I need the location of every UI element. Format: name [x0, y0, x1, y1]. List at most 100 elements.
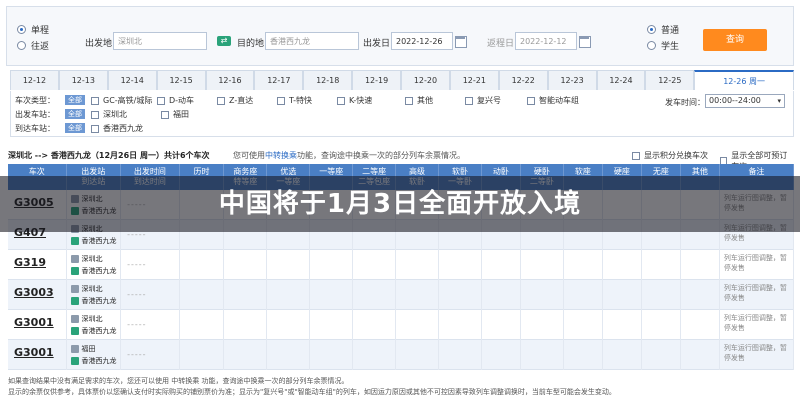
table-cell — [564, 340, 603, 370]
swap-icon[interactable]: ⇄ — [217, 36, 231, 46]
table-cell — [353, 280, 397, 310]
filter-t[interactable]: T-特快 — [277, 95, 312, 106]
table-cell — [642, 250, 681, 280]
table-cell — [267, 250, 311, 280]
checkbox[interactable] — [632, 151, 640, 160]
opt-points[interactable]: 显示积分兑换车次 — [632, 150, 708, 161]
from-label: 出发地 — [85, 39, 113, 49]
transfer-hint: 您可使用中转换乘功能，查询途中换乘一次的部分列车余票情况。 — [233, 150, 465, 161]
date-tab[interactable]: 12-22 — [498, 70, 548, 90]
table-cell — [439, 340, 482, 370]
filter-from-shenzhenbei[interactable]: 深圳北 — [91, 109, 127, 120]
summary-bar: 深圳北 --> 香港西九龙（12月26日 周一）共计6个车次 您可使用中转换乘功… — [8, 148, 794, 171]
query-button[interactable]: 查询 — [703, 29, 767, 51]
checkbox[interactable] — [161, 110, 169, 119]
train-number-link[interactable]: G3001 — [14, 316, 54, 329]
date-tab[interactable]: 12-19 — [352, 70, 401, 90]
train-number-link[interactable]: G319 — [14, 256, 46, 269]
checkbox[interactable] — [157, 96, 165, 105]
from-input[interactable]: 深圳北 — [113, 32, 207, 50]
to-station: 香港西九龙 — [70, 326, 117, 336]
table-cell: 列车运行图调整，暂停发售 — [720, 340, 794, 370]
date-tab[interactable]: 12-13 — [58, 70, 108, 90]
date-tab[interactable]: 12-17 — [254, 70, 304, 90]
to-station: 香港西九龙 — [70, 266, 117, 276]
trip-type-roundtrip[interactable]: 往返 — [17, 37, 49, 53]
filter-smart[interactable]: 智能动车组 — [527, 95, 579, 106]
radio-oneway[interactable] — [17, 24, 26, 34]
depart-time-value: 00:00--24:00 — [709, 96, 761, 105]
table-cell — [180, 280, 225, 310]
trip-type-oneway[interactable]: 单程 — [17, 21, 49, 37]
return-calendar-icon[interactable] — [577, 32, 591, 50]
train-type-all-tag[interactable]: 全部 — [65, 95, 85, 105]
remark-text: 列车运行图调整，暂停发售 — [723, 254, 787, 272]
table-cell — [224, 250, 268, 280]
date-tab[interactable]: 12-12 — [10, 70, 59, 90]
table-row[interactable]: G319 深圳北 香港西九龙 ----- 列车运行图调整，暂停发售 — [8, 250, 794, 280]
date-tab[interactable]: 12-14 — [107, 70, 157, 90]
filter-z[interactable]: Z-直达 — [217, 95, 253, 106]
table-cell — [482, 280, 521, 310]
date-tab[interactable]: 12-20 — [401, 70, 450, 90]
train-number-link[interactable]: G3001 — [14, 346, 54, 359]
depart-time-select[interactable]: 00:00--24:00 ▾ — [705, 94, 785, 108]
checkbox[interactable] — [217, 96, 225, 105]
date-tab-active[interactable]: 12-26 周一 — [694, 70, 794, 90]
to-station: 香港西九龙 — [70, 356, 117, 366]
depart-calendar-icon[interactable] — [453, 32, 467, 50]
table-cell — [564, 280, 603, 310]
from-station-all-tag[interactable]: 全部 — [65, 109, 85, 119]
to-station-label: 到达车站： — [15, 124, 55, 133]
filter-d[interactable]: D-动车 — [157, 95, 194, 106]
filter-fuxing[interactable]: 复兴号 — [465, 95, 501, 106]
date-tab[interactable]: 12-24 — [596, 70, 646, 90]
radio-student[interactable] — [647, 40, 656, 50]
filter-gc[interactable]: GC-高铁/城际 — [91, 95, 152, 106]
filter-other[interactable]: 其他 — [405, 95, 433, 106]
train-type-label: 车次类型： — [15, 96, 55, 105]
table-cell — [564, 310, 603, 340]
train-number-link[interactable]: G3003 — [14, 286, 54, 299]
checkbox[interactable] — [91, 110, 99, 119]
table-cell: G3003 — [8, 280, 67, 310]
table-cell — [642, 340, 681, 370]
passenger-student-label: 学生 — [661, 41, 680, 52]
date-tab[interactable]: 12-21 — [449, 70, 499, 90]
table-cell: 列车运行图调整，暂停发售 — [720, 280, 794, 310]
start-station-icon — [70, 315, 79, 323]
depart-date-input[interactable]: 2022-12-26 — [391, 32, 453, 50]
checkbox[interactable] — [277, 96, 285, 105]
date-tab[interactable]: 12-18 — [303, 70, 353, 90]
date-tab[interactable]: 12-16 — [205, 70, 255, 90]
checkbox[interactable] — [91, 124, 99, 133]
return-date-input[interactable]: 2022-12-12 — [515, 32, 577, 50]
table-cell — [353, 250, 397, 280]
table-cell — [439, 310, 482, 340]
filter-to-futian[interactable]: 福田 — [161, 109, 189, 120]
transfer-link[interactable]: 中转换乘 — [265, 151, 297, 160]
checkbox[interactable] — [405, 96, 413, 105]
filter-to-xijiulong[interactable]: 香港西九龙 — [91, 123, 143, 134]
to-station-all-tag[interactable]: 全部 — [65, 123, 85, 133]
from-station-name: 福田 — [81, 345, 96, 353]
checkbox[interactable] — [337, 96, 345, 105]
checkbox[interactable] — [465, 96, 473, 105]
radio-roundtrip[interactable] — [17, 40, 26, 50]
table-row[interactable]: G3003 深圳北 香港西九龙 ----- 列车运行图调整，暂停发售 — [8, 280, 794, 310]
table-cell — [310, 340, 354, 370]
filter-k[interactable]: K-快速 — [337, 95, 372, 106]
table-row[interactable]: G3001 福田 香港西九龙 ----- 列车运行图调整，暂停发售 — [8, 340, 794, 370]
end-station-icon — [70, 267, 79, 275]
passenger-student[interactable]: 学生 — [647, 37, 679, 53]
radio-normal[interactable] — [647, 24, 656, 34]
end-station-icon — [70, 327, 79, 335]
date-tab[interactable]: 12-23 — [547, 70, 597, 90]
checkbox[interactable] — [91, 96, 99, 105]
checkbox[interactable] — [527, 96, 535, 105]
date-tab[interactable]: 12-25 — [645, 70, 695, 90]
date-tab[interactable]: 12-15 — [156, 70, 206, 90]
passenger-normal[interactable]: 普通 — [647, 21, 679, 37]
to-input[interactable]: 香港西九龙 — [265, 32, 359, 50]
table-row[interactable]: G3001 深圳北 香港西九龙 ----- 列车运行图调整，暂停发售 — [8, 310, 794, 340]
